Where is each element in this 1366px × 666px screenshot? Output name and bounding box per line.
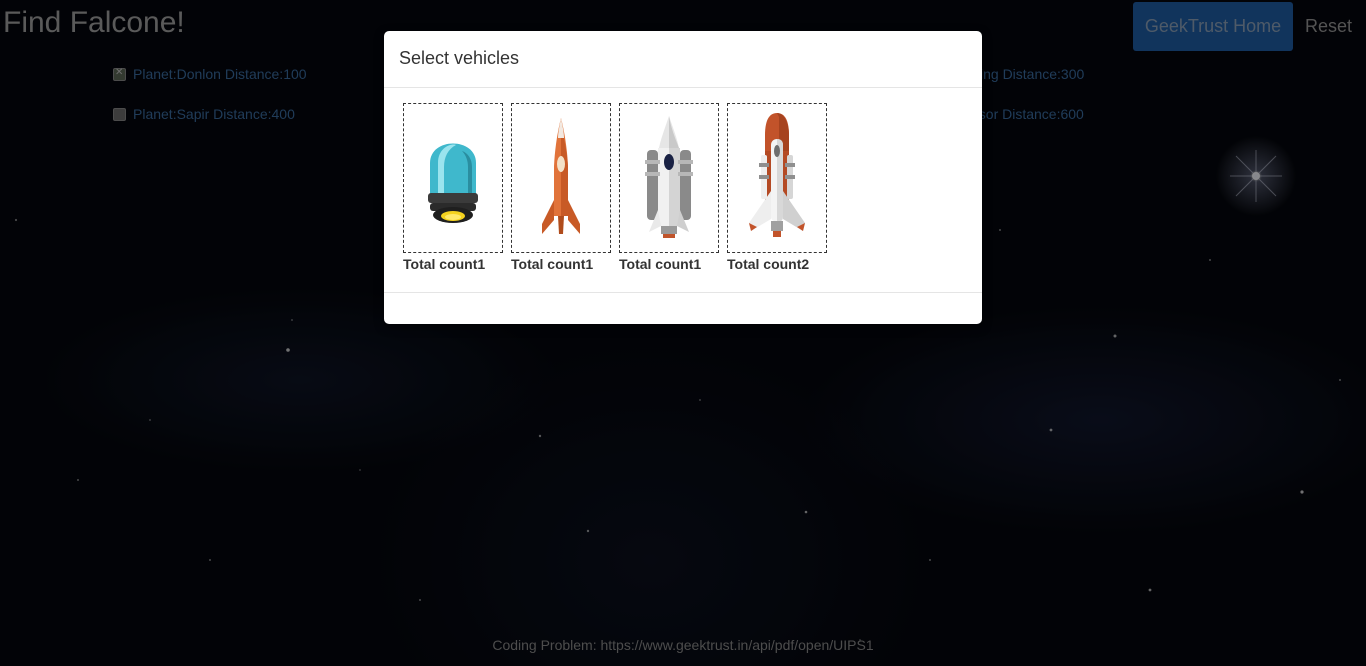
vehicle-count: Total count 1 [619,256,719,272]
space-pod-icon [428,143,478,223]
modal-header: Select vehicles [384,31,982,88]
vehicle-count: Total count 2 [727,256,827,272]
space-ship-icon [749,113,805,237]
vehicle-count: Total count 1 [511,256,611,272]
vehicle-count-value: 1 [693,256,702,272]
vehicle-count-label: Total count [727,256,802,272]
vehicle-option-1[interactable]: Total count 1 [403,103,503,272]
select-vehicles-modal: Select vehicles Total count 1 Total coun… [384,31,982,324]
vehicle-count-label: Total count [511,256,586,272]
vehicle-frame[interactable] [619,103,719,253]
space-rocket-icon [542,118,580,234]
vehicle-count-label: Total count [619,256,694,272]
modal-footer [384,293,982,323]
vehicle-frame[interactable] [727,103,827,253]
vehicle-frame[interactable] [403,103,503,253]
vehicle-count-label: Total count [403,256,478,272]
vehicle-option-3[interactable]: Total count 1 [619,103,719,272]
vehicle-frame[interactable] [511,103,611,253]
vehicle-count-value: 1 [477,256,486,272]
space-shuttle-icon [645,116,693,238]
modal-body: Total count 1 Total count 1 Total count … [384,88,982,293]
vehicle-count: Total count 1 [403,256,503,272]
vehicle-count-value: 2 [801,256,810,272]
vehicle-option-2[interactable]: Total count 1 [511,103,611,272]
vehicle-count-value: 1 [585,256,594,272]
vehicle-option-4[interactable]: Total count 2 [727,103,827,272]
modal-title: Select vehicles [399,48,520,68]
